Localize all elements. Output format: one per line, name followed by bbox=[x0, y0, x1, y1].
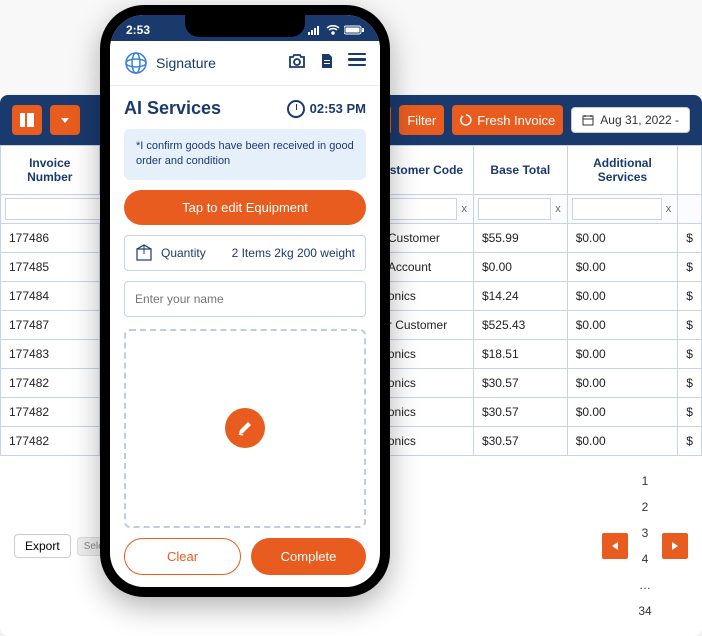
fresh-invoice-label: Fresh Invoice bbox=[477, 113, 555, 128]
quantity-label: Quantity bbox=[161, 246, 206, 260]
page-number[interactable]: 4 bbox=[632, 546, 658, 572]
filter-addl[interactable] bbox=[572, 198, 662, 220]
quantity-value: 2 Items 2kg 200 weight bbox=[232, 246, 355, 260]
col-customer-code[interactable]: stomer Code bbox=[379, 146, 473, 195]
cell-extra: $ bbox=[678, 224, 702, 253]
complete-button[interactable]: Complete bbox=[251, 538, 366, 575]
pagination: 1234…34 bbox=[602, 468, 688, 624]
cell-extra: $ bbox=[678, 369, 702, 398]
name-input[interactable] bbox=[124, 281, 366, 317]
wifi-icon bbox=[326, 25, 340, 35]
cell-extra: $ bbox=[678, 340, 702, 369]
dropdown-button[interactable] bbox=[50, 105, 80, 135]
cell-invoice: 177486 bbox=[1, 224, 100, 253]
cell-customer: onics bbox=[379, 427, 473, 456]
cell-invoice: 177482 bbox=[1, 398, 100, 427]
cell-customer: Account bbox=[379, 253, 473, 282]
date-range-label: Aug 31, 2022 - bbox=[600, 113, 679, 127]
clock-icon bbox=[287, 100, 305, 118]
battery-icon bbox=[344, 25, 364, 35]
status-time: 2:53 bbox=[126, 23, 150, 37]
page-number[interactable]: … bbox=[632, 572, 658, 598]
cell-extra: $ bbox=[678, 282, 702, 311]
service-time: 02:53 PM bbox=[287, 100, 366, 118]
confirm-note: *I confirm goods have been received in g… bbox=[124, 129, 366, 180]
page-number[interactable]: 1 bbox=[632, 468, 658, 494]
cell-base: $0.00 bbox=[473, 253, 567, 282]
cell-base: $30.57 bbox=[473, 398, 567, 427]
filter-base[interactable] bbox=[478, 198, 551, 220]
document-icon[interactable] bbox=[320, 53, 334, 74]
cell-addl: $0.00 bbox=[567, 253, 678, 282]
signature-pen-button[interactable] bbox=[225, 408, 265, 448]
cell-customer: onics bbox=[379, 282, 473, 311]
cell-base: $14.24 bbox=[473, 282, 567, 311]
app-logo-icon bbox=[124, 51, 148, 75]
col-invoice-number[interactable]: Invoice Number bbox=[1, 146, 100, 195]
cell-addl: $0.00 bbox=[567, 340, 678, 369]
cell-addl: $0.00 bbox=[567, 427, 678, 456]
cell-extra: $ bbox=[678, 427, 702, 456]
cell-invoice: 177482 bbox=[1, 369, 100, 398]
filter-button[interactable]: Filter bbox=[399, 105, 444, 135]
filter-clear-icon[interactable]: x bbox=[553, 203, 563, 215]
camera-icon[interactable] bbox=[288, 53, 306, 74]
quantity-row[interactable]: Quantity 2 Items 2kg 200 weight bbox=[124, 235, 366, 271]
cell-customer: onics bbox=[379, 369, 473, 398]
cell-extra: $ bbox=[678, 398, 702, 427]
service-title: AI Services bbox=[124, 98, 221, 119]
cell-invoice: 177482 bbox=[1, 427, 100, 456]
cell-customer: r Customer bbox=[379, 311, 473, 340]
date-range-picker[interactable]: Aug 31, 2022 - bbox=[571, 107, 690, 133]
col-base-total[interactable]: Base Total bbox=[473, 146, 567, 195]
calendar-icon bbox=[582, 114, 594, 126]
cell-base: $55.99 bbox=[473, 224, 567, 253]
signal-icon bbox=[308, 25, 322, 35]
filter-clear-icon[interactable]: x bbox=[459, 203, 469, 215]
cell-extra: $ bbox=[678, 311, 702, 340]
signature-pad[interactable] bbox=[124, 329, 366, 528]
cell-customer: onics bbox=[379, 340, 473, 369]
layout-button[interactable] bbox=[12, 105, 42, 135]
phone-mockup: 2:53 Signature bbox=[100, 5, 390, 597]
cell-base: $30.57 bbox=[473, 427, 567, 456]
phone-notch bbox=[185, 15, 305, 37]
app-title: Signature bbox=[156, 55, 280, 71]
fresh-invoice-button[interactable]: Fresh Invoice bbox=[452, 105, 563, 135]
page-number[interactable]: 2 bbox=[632, 494, 658, 520]
page-number[interactable]: 3 bbox=[632, 520, 658, 546]
cell-addl: $0.00 bbox=[567, 398, 678, 427]
col-additional-services[interactable]: Additional Services bbox=[567, 146, 678, 195]
cell-addl: $0.00 bbox=[567, 282, 678, 311]
filter-customer[interactable] bbox=[384, 198, 458, 220]
pen-icon bbox=[236, 419, 254, 437]
cell-invoice: 177483 bbox=[1, 340, 100, 369]
cell-base: $30.57 bbox=[473, 369, 567, 398]
page-next[interactable] bbox=[662, 533, 688, 559]
clear-button[interactable]: Clear bbox=[124, 538, 241, 575]
cell-base: $18.51 bbox=[473, 340, 567, 369]
cell-addl: $0.00 bbox=[567, 369, 678, 398]
page-prev[interactable] bbox=[602, 533, 628, 559]
cell-extra: $ bbox=[678, 253, 702, 282]
box-icon bbox=[135, 244, 153, 262]
cell-addl: $0.00 bbox=[567, 311, 678, 340]
cell-customer: onics bbox=[379, 398, 473, 427]
cell-invoice: 177485 bbox=[1, 253, 100, 282]
cell-base: $525.43 bbox=[473, 311, 567, 340]
phone-body: AI Services 02:53 PM *I confirm goods ha… bbox=[110, 86, 380, 587]
filter-clear-icon[interactable]: x bbox=[664, 203, 674, 215]
cell-invoice: 177484 bbox=[1, 282, 100, 311]
export-button[interactable]: Export bbox=[14, 534, 71, 558]
cell-addl: $0.00 bbox=[567, 224, 678, 253]
edit-equipment-button[interactable]: Tap to edit Equipment bbox=[124, 190, 366, 225]
cell-invoice: 177487 bbox=[1, 311, 100, 340]
cell-customer: Customer bbox=[379, 224, 473, 253]
menu-icon[interactable] bbox=[348, 53, 366, 74]
app-header: Signature bbox=[110, 41, 380, 86]
col-extra bbox=[678, 146, 702, 195]
